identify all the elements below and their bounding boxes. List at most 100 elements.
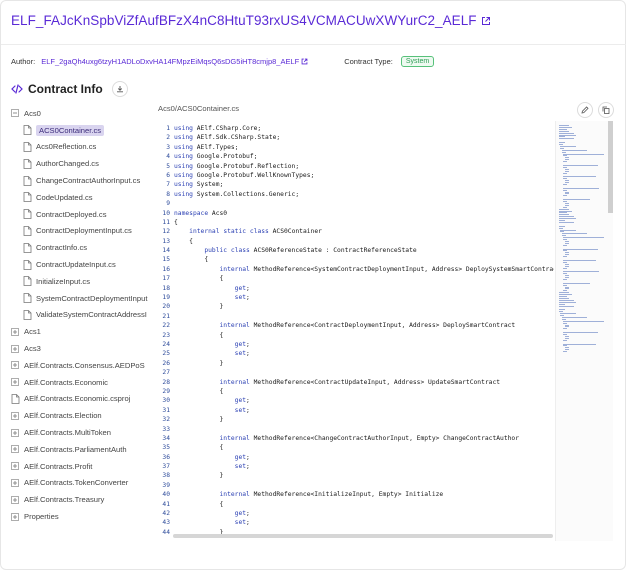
line-number: 37 — [162, 463, 170, 471]
code-content[interactable]: using AElf.CSharp.Core; using AElf.Sdk.CS… — [174, 124, 554, 537]
code-line: set; — [234, 350, 250, 358]
download-button[interactable] — [111, 81, 128, 97]
tree-file-item[interactable]: AElf.Contracts.Economic.csproj — [11, 391, 157, 408]
tree-folder-item[interactable]: Acs3 — [11, 340, 157, 357]
tree-folder-item[interactable]: AElf.Contracts.ParliamentAuth — [11, 441, 157, 458]
line-number: 16 — [162, 265, 170, 273]
tree-file-item[interactable]: ContractInfo.cs — [11, 239, 157, 256]
tree-file-item[interactable]: ValidateSystemContractAddressI — [11, 307, 157, 324]
tree-item-label: AElf.Contracts.Consensus.AEDPoS — [24, 360, 145, 370]
tree-file-item[interactable]: ACS0Container.cs — [11, 122, 157, 139]
file-tree: Acs0 ACS0Container.cs Acs0Reflection.cs Aut… — [11, 105, 157, 525]
tree-item-label: AElf.Contracts.Economic — [24, 377, 108, 387]
line-number: 23 — [162, 331, 170, 339]
tree-item-label: AElf.Contracts.Profit — [24, 461, 93, 471]
code-line: { — [174, 444, 224, 452]
expand-icon — [11, 445, 19, 454]
line-number: 40 — [162, 491, 170, 499]
line-number: 30 — [162, 397, 170, 405]
tree-folder-item[interactable]: Acs0 — [11, 105, 157, 122]
meta-row: Author: ELF_2gaQh4uxg6tzyH1ADLoDxvHA14FM… — [11, 56, 435, 67]
tree-file-item[interactable]: ContractDeployed.cs — [11, 206, 157, 223]
tree-folder-item[interactable]: AElf.Contracts.Treasury — [11, 491, 157, 508]
tree-file-item[interactable]: SystemContractDeploymentInput — [11, 290, 157, 307]
external-link-icon[interactable] — [481, 16, 491, 26]
copy-icon — [602, 106, 610, 114]
line-number: 27 — [162, 369, 170, 377]
tree-item-label: Acs3 — [24, 344, 41, 354]
code-editor[interactable]: 1 2 3 4 5 6 7 8 9 10 11 12 13 14 15 16 17 18 19 20 21 22 23 24 2… — [158, 121, 614, 541]
code-line: { — [174, 331, 224, 339]
code-line: { — [174, 275, 224, 283]
file-icon — [11, 394, 20, 404]
tree-folder-item[interactable]: Acs1 — [11, 323, 157, 340]
tree-folder-item[interactable]: AElf.Contracts.TokenConverter — [11, 475, 157, 492]
code-minimap[interactable] — [555, 121, 613, 541]
tree-file-item[interactable]: CodeUpdated.cs — [11, 189, 157, 206]
line-number: 32 — [162, 416, 170, 424]
code-line: get; — [234, 340, 250, 348]
code-line: public class ACS0ReferenceState : Contra… — [204, 247, 417, 255]
download-icon — [116, 86, 123, 93]
tree-item-label: ChangeContractAuthorInput.cs — [36, 176, 141, 186]
tree-item-label: AElf.Contracts.Treasury — [24, 495, 105, 505]
line-number: 3 — [166, 143, 170, 151]
line-number: 18 — [162, 284, 170, 292]
code-line: { — [174, 237, 193, 245]
contract-address-link[interactable]: ELF_FAJcKnSpbViZfAufBFzX4nC8HtuT93rxUS4V… — [11, 13, 477, 28]
tree-folder-item[interactable]: AElf.Contracts.MultiToken — [11, 424, 157, 441]
edit-button[interactable] — [577, 102, 593, 118]
tree-item-label: AElf.Contracts.TokenConverter — [24, 478, 129, 488]
contract-type-badge: System — [400, 56, 435, 67]
tree-folder-item[interactable]: Properties — [11, 508, 157, 525]
line-number: 20 — [162, 303, 170, 311]
expand-icon — [11, 378, 19, 387]
author-link[interactable]: ELF_2gaQh4uxg6tzyH1ADLoDxvHA14FMpzEiMqsQ… — [41, 57, 299, 66]
external-link-icon[interactable] — [301, 58, 308, 65]
tree-file-item[interactable]: ContractUpdateInput.cs — [11, 256, 157, 273]
line-number: 28 — [162, 378, 170, 386]
tree-item-label: CodeUpdated.cs — [36, 192, 93, 202]
code-line: } — [174, 416, 224, 424]
tree-file-item[interactable]: AuthorChanged.cs — [11, 155, 157, 172]
file-icon — [23, 192, 32, 203]
tree-file-item[interactable]: ContractDeploymentInput.cs — [11, 223, 157, 240]
code-line: using AElf.CSharp.Core; — [174, 125, 262, 132]
line-number: 5 — [166, 162, 170, 170]
tree-item-label: Acs0Reflection.cs — [36, 142, 97, 152]
file-icon — [23, 142, 32, 152]
header-divider — [1, 44, 626, 45]
line-number: 25 — [162, 350, 170, 358]
file-icon — [23, 175, 32, 186]
line-number: 1 — [166, 125, 170, 132]
code-line: using Google.Protobuf.WellKnownTypes; — [174, 171, 315, 179]
code-line: set; — [234, 294, 250, 302]
line-number: 21 — [162, 312, 170, 320]
contract-type-label: Contract Type: — [344, 57, 393, 66]
tree-folder-item[interactable]: AElf.Contracts.Consensus.AEDPoS — [11, 357, 157, 374]
line-number: 34 — [162, 434, 170, 442]
line-number: 29 — [162, 387, 170, 395]
tree-folder-item[interactable]: AElf.Contracts.Election — [11, 407, 157, 424]
tree-folder-item[interactable]: AElf.Contracts.Economic — [11, 374, 157, 391]
line-number: 6 — [166, 171, 170, 179]
tree-file-item[interactable]: Acs0Reflection.cs — [11, 139, 157, 156]
code-line: internal MethodReference<InitializeInput… — [219, 491, 444, 499]
line-number: 11 — [162, 218, 170, 226]
tree-item-label: AElf.Contracts.MultiToken — [24, 428, 111, 438]
line-number: 35 — [162, 444, 170, 452]
code-line: using Google.Protobuf.Reflection; — [174, 162, 300, 170]
expand-icon — [11, 361, 19, 370]
tree-folder-item[interactable]: AElf.Contracts.Profit — [11, 458, 157, 475]
tree-file-item[interactable]: ChangeContractAuthorInput.cs — [11, 172, 157, 189]
code-line: using System; — [174, 181, 224, 189]
copy-button[interactable] — [598, 102, 614, 118]
vertical-scrollbar[interactable] — [608, 121, 613, 213]
line-number: 13 — [162, 237, 170, 245]
code-line: namespace Acs0 — [174, 209, 228, 217]
tree-file-item[interactable]: InitializeInput.cs — [11, 273, 157, 290]
file-path: Acs0/ACS0Container.cs — [158, 104, 240, 113]
line-number: 26 — [162, 359, 170, 367]
horizontal-scrollbar[interactable] — [173, 534, 553, 538]
